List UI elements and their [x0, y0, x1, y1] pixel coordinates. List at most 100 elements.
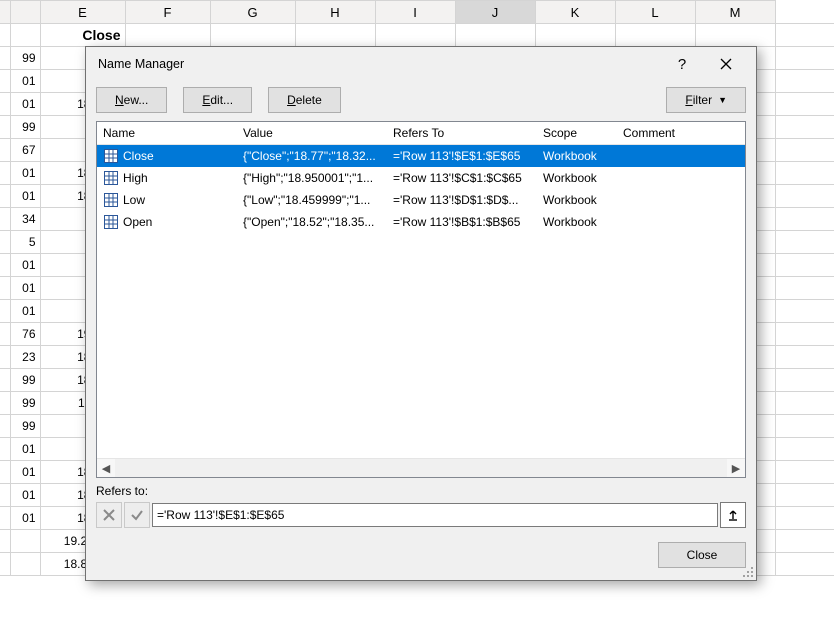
cell[interactable]: 01	[10, 507, 40, 530]
cell[interactable]	[295, 24, 375, 47]
close-icon[interactable]	[704, 49, 748, 79]
cell[interactable]: 5	[10, 231, 40, 254]
cell[interactable]: 01	[10, 461, 40, 484]
column-header[interactable]: F	[125, 1, 210, 24]
cell[interactable]	[0, 208, 10, 231]
name-row[interactable]: Low{"Low";"18.459999";"1...='Row 113'!$D…	[97, 189, 745, 211]
column-header[interactable]: E	[40, 1, 125, 24]
cell[interactable]	[775, 323, 834, 346]
cell[interactable]	[125, 24, 210, 47]
cell[interactable]	[775, 530, 834, 553]
cell[interactable]	[0, 323, 10, 346]
cell[interactable]: 01	[10, 300, 40, 323]
cell[interactable]	[0, 415, 10, 438]
column-header[interactable]: M	[695, 1, 775, 24]
resize-grip-icon[interactable]	[740, 564, 754, 578]
cell[interactable]	[775, 392, 834, 415]
cell[interactable]	[10, 24, 40, 47]
cell[interactable]: 01	[10, 162, 40, 185]
cell[interactable]	[775, 277, 834, 300]
cell[interactable]	[0, 530, 10, 553]
cell[interactable]	[775, 300, 834, 323]
column-header[interactable]: I	[375, 1, 455, 24]
cell[interactable]: 99	[10, 47, 40, 70]
cell[interactable]: 01	[10, 484, 40, 507]
cell[interactable]	[775, 346, 834, 369]
cell[interactable]	[775, 231, 834, 254]
col-refers[interactable]: Refers To	[387, 126, 537, 140]
cell[interactable]	[775, 24, 834, 47]
cell[interactable]	[775, 139, 834, 162]
cell[interactable]	[775, 116, 834, 139]
scroll-right-icon[interactable]: ▶	[727, 459, 745, 477]
cell[interactable]: 99	[10, 369, 40, 392]
cell[interactable]	[0, 369, 10, 392]
scroll-left-icon[interactable]: ◀	[97, 459, 115, 477]
cell[interactable]	[775, 185, 834, 208]
col-scope[interactable]: Scope	[537, 126, 617, 140]
cell[interactable]	[0, 254, 10, 277]
commit-edit-icon[interactable]	[124, 502, 150, 528]
cell[interactable]: 99	[10, 116, 40, 139]
cell[interactable]	[775, 484, 834, 507]
filter-button[interactable]: Filter▼	[666, 87, 746, 113]
cell[interactable]	[0, 461, 10, 484]
cell[interactable]	[375, 24, 455, 47]
cell[interactable]: 01	[10, 70, 40, 93]
list-horizontal-scrollbar[interactable]: ◀ ▶	[97, 458, 745, 477]
name-row[interactable]: High{"High";"18.950001";"1...='Row 113'!…	[97, 167, 745, 189]
delete-button[interactable]: Delete	[268, 87, 341, 113]
cell[interactable]	[210, 24, 295, 47]
cell[interactable]	[0, 231, 10, 254]
cell[interactable]	[0, 346, 10, 369]
cell[interactable]	[775, 70, 834, 93]
cell[interactable]	[775, 47, 834, 70]
cell[interactable]	[775, 93, 834, 116]
cell[interactable]	[775, 162, 834, 185]
cell[interactable]: 01	[10, 277, 40, 300]
cell[interactable]: 01	[10, 185, 40, 208]
cell[interactable]	[775, 461, 834, 484]
cell[interactable]: 99	[10, 415, 40, 438]
col-comment[interactable]: Comment	[617, 126, 745, 140]
cell[interactable]	[615, 24, 695, 47]
cell[interactable]	[0, 70, 10, 93]
cell[interactable]	[775, 438, 834, 461]
cell[interactable]	[0, 24, 10, 47]
cell[interactable]: 76	[10, 323, 40, 346]
cell[interactable]	[10, 530, 40, 553]
close-button[interactable]: Close	[658, 542, 746, 568]
cell[interactable]: 01	[10, 438, 40, 461]
cell[interactable]	[0, 116, 10, 139]
cell[interactable]	[775, 553, 834, 576]
cell[interactable]	[0, 277, 10, 300]
cell[interactable]	[0, 162, 10, 185]
name-row[interactable]: Open{"Open";"18.52";"18.35...='Row 113'!…	[97, 211, 745, 233]
cell[interactable]	[775, 208, 834, 231]
range-selector-icon[interactable]	[720, 502, 746, 528]
cell[interactable]	[0, 93, 10, 116]
cell[interactable]	[0, 300, 10, 323]
cell[interactable]	[0, 139, 10, 162]
cell[interactable]	[775, 369, 834, 392]
cell[interactable]	[0, 553, 10, 576]
name-row[interactable]: Close{"Close";"18.77";"18.32...='Row 113…	[97, 145, 745, 167]
cell[interactable]	[775, 507, 834, 530]
cell[interactable]	[0, 484, 10, 507]
cell[interactable]: 23	[10, 346, 40, 369]
col-name[interactable]: Name	[97, 126, 237, 140]
cell[interactable]	[10, 553, 40, 576]
refers-to-input[interactable]	[152, 503, 718, 527]
cell[interactable]: 67	[10, 139, 40, 162]
cell[interactable]	[0, 507, 10, 530]
cancel-edit-icon[interactable]	[96, 502, 122, 528]
cell[interactable]	[455, 24, 535, 47]
cell[interactable]	[0, 47, 10, 70]
column-header[interactable]: J	[455, 1, 535, 24]
list-column-headers[interactable]: Name Value Refers To Scope Comment	[97, 122, 745, 145]
edit-button[interactable]: Edit...	[183, 87, 252, 113]
cell[interactable]: 34	[10, 208, 40, 231]
column-header[interactable]: K	[535, 1, 615, 24]
column-header[interactable]: L	[615, 1, 695, 24]
cell[interactable]: 99	[10, 392, 40, 415]
